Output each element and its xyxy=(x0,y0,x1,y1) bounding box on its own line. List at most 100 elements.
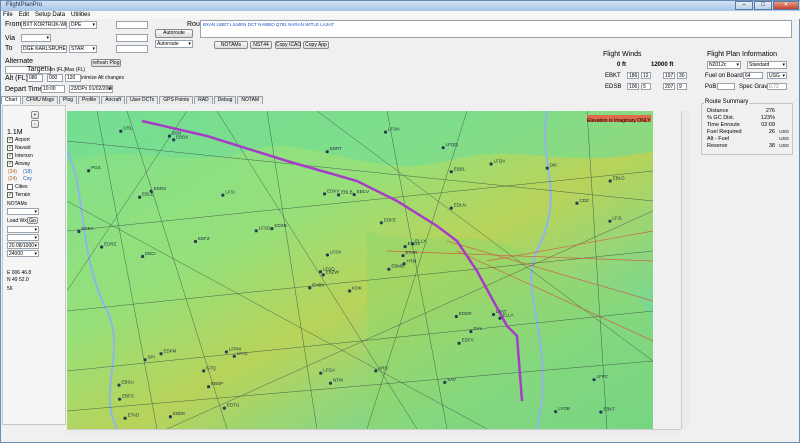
aircraft-select[interactable]: N2012c xyxy=(707,61,741,69)
profile-select[interactable]: Standard xyxy=(747,61,787,69)
wx-time-select[interactable]: 20.08/1000 xyxy=(7,242,39,249)
waypoint-marker[interactable] xyxy=(457,341,461,345)
minimize-button[interactable]: – xyxy=(735,1,753,10)
map-horizontal-scrollbar[interactable] xyxy=(67,429,681,435)
waypoint-marker[interactable] xyxy=(77,229,81,234)
map-canvas[interactable]: Elevation is Imaginary ONLY KOKEBLEEBZWE… xyxy=(67,111,653,429)
target-alt-field[interactable]: 080 xyxy=(27,74,43,82)
waypoint-marker[interactable] xyxy=(232,354,236,358)
menu-utilities[interactable]: Utilities xyxy=(71,11,90,19)
wind-spd-2-surface[interactable]: 5 xyxy=(641,83,651,90)
route-textbox[interactable]: BXAN LIBET LILMEN DCT NAMBO Q781 NARAN W… xyxy=(200,20,792,38)
waypoint-marker[interactable] xyxy=(159,352,163,356)
tab-cfmu-msgs[interactable]: CFMU Msgs xyxy=(22,96,59,104)
waypoint-marker[interactable] xyxy=(608,179,612,183)
waypoint-marker[interactable] xyxy=(123,416,127,420)
from-extra-field[interactable] xyxy=(116,21,148,29)
terrain-checkbox[interactable] xyxy=(7,191,13,198)
wind-spd-2-alt[interactable]: 9 xyxy=(677,83,687,90)
waypoint-marker[interactable] xyxy=(374,369,378,373)
to-field[interactable]: DGE KARLSRUHE/BADEN xyxy=(21,45,67,53)
wx-level-select[interactable]: 24000 xyxy=(7,250,39,257)
wind-spd-1-surface[interactable]: 12 xyxy=(641,72,651,79)
waypoint-marker[interactable] xyxy=(270,227,274,231)
via-field[interactable] xyxy=(21,34,51,42)
waypoint-marker[interactable] xyxy=(319,371,323,375)
tab-gps-points[interactable]: GPS Points xyxy=(159,96,194,104)
nst-button[interactable]: NST44 xyxy=(250,41,272,49)
waypoint-marker[interactable] xyxy=(172,138,176,142)
waypoint-marker[interactable] xyxy=(401,253,405,258)
depart-time-field[interactable]: 10:00 xyxy=(41,85,65,93)
copy-icao-button[interactable]: Copy ICAO xyxy=(275,41,301,49)
waypoint-marker[interactable] xyxy=(592,378,596,382)
fuel-on-board-field[interactable]: 64 xyxy=(743,72,763,79)
waypoint-marker[interactable] xyxy=(575,201,579,205)
wind-dir-1-alt[interactable]: 197 xyxy=(663,72,675,79)
wind-spd-1-alt[interactable]: 30 xyxy=(677,72,687,79)
zoom-in-button[interactable]: + xyxy=(31,111,39,119)
wind-dir-2-surface[interactable]: 106 xyxy=(627,83,639,90)
waypoint-marker[interactable] xyxy=(383,130,388,134)
waypoint-marker[interactable] xyxy=(117,383,121,387)
waypoint-marker[interactable] xyxy=(489,162,493,166)
route-mode-select[interactable]: Autoroute xyxy=(155,40,193,48)
airway-opt-3[interactable]: (24) xyxy=(8,176,17,182)
waypoint-marker[interactable] xyxy=(222,406,226,410)
navaid-checkbox[interactable] xyxy=(7,144,13,151)
waypoint-marker[interactable] xyxy=(168,415,173,419)
min-alt-field[interactable]: 000 xyxy=(47,74,63,82)
wx-select-2[interactable] xyxy=(7,234,39,241)
waypoint-marker[interactable] xyxy=(321,273,325,277)
waypoint-marker[interactable] xyxy=(554,410,558,414)
waypoint-marker[interactable] xyxy=(454,314,458,319)
waypoint-marker[interactable] xyxy=(202,369,206,373)
menu-setup-data[interactable]: Setup Data xyxy=(35,11,65,19)
waypoint-marker[interactable] xyxy=(254,229,258,233)
waypoint-marker[interactable] xyxy=(449,170,453,174)
tab-aircraft[interactable]: Aircraft xyxy=(101,96,126,104)
from-procedure-select[interactable]: DPE xyxy=(69,21,97,29)
load-wx-go-button[interactable]: Go xyxy=(27,217,38,224)
menu-edit[interactable]: Edit xyxy=(19,11,29,19)
zoom-out-button[interactable]: - xyxy=(31,120,39,128)
waypoint-marker[interactable] xyxy=(599,410,603,414)
wind-dir-1-surface[interactable]: 186 xyxy=(627,72,639,79)
waypoint-marker[interactable] xyxy=(441,146,445,150)
waypoint-marker[interactable] xyxy=(352,192,356,197)
waypoint-marker[interactable] xyxy=(100,245,104,249)
tab-user-dcts[interactable]: User DCTs xyxy=(126,96,159,104)
spec-grav-field[interactable]: 0.72 xyxy=(767,83,787,90)
waypoint-marker[interactable] xyxy=(348,289,352,293)
tab-chart[interactable]: Chart xyxy=(1,96,22,104)
waypoint-marker[interactable] xyxy=(207,385,211,389)
waypoint-marker[interactable] xyxy=(336,193,341,197)
waypoint-marker[interactable] xyxy=(328,381,333,385)
airway-opt-1[interactable]: (34) xyxy=(8,169,17,175)
wind-dir-2-alt[interactable]: 207 xyxy=(663,83,675,90)
waypoint-marker[interactable] xyxy=(498,316,502,320)
waypoint-marker[interactable] xyxy=(221,193,225,197)
via-extra-field[interactable] xyxy=(116,34,148,42)
waypoint-marker[interactable] xyxy=(403,245,407,249)
waypoint-marker[interactable] xyxy=(325,150,329,154)
waypoint-marker[interactable] xyxy=(193,239,198,244)
cities-checkbox[interactable] xyxy=(7,184,13,190)
menu-file[interactable]: File xyxy=(3,11,13,19)
waypoint-marker[interactable] xyxy=(491,312,496,317)
waypoint-marker[interactable] xyxy=(443,380,447,384)
waypoint-marker[interactable] xyxy=(117,397,122,401)
tab-debug[interactable]: Debug xyxy=(213,96,237,104)
airway-opt-2[interactable]: (18) xyxy=(23,169,32,175)
airway-checkbox[interactable] xyxy=(7,160,13,167)
tab-notam[interactable]: NOTAM xyxy=(237,96,264,104)
waypoint-marker[interactable] xyxy=(167,134,172,138)
waypoint-marker[interactable] xyxy=(138,195,142,199)
copy-app-button[interactable]: Copy App xyxy=(303,41,329,49)
waypoint-marker[interactable] xyxy=(545,166,549,170)
wx-select-1[interactable] xyxy=(7,226,39,233)
route-map[interactable]: Elevation is Imaginary ONLY KOK EBLE EBZW E… xyxy=(67,111,653,429)
refresh-plog-button[interactable]: refresh Plog xyxy=(91,59,121,67)
waypoint-marker[interactable] xyxy=(387,267,391,271)
tab-rad[interactable]: RAD xyxy=(194,96,213,104)
